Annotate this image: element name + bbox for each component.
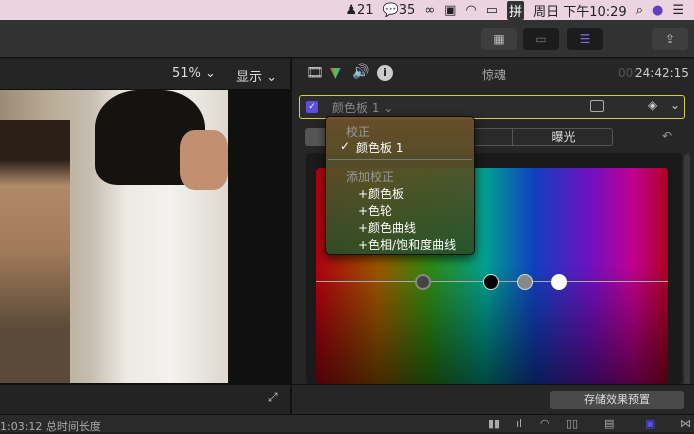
creative-cloud-icon[interactable]: ∞ xyxy=(424,3,435,18)
correction-enable-checkbox[interactable]: ✓ xyxy=(306,101,318,113)
correction-dropdown[interactable]: 颜色板 1 ⌄ xyxy=(332,99,393,116)
zoom-value: 51% xyxy=(172,66,201,81)
qq-icon[interactable]: ♟21 xyxy=(345,3,373,18)
mask-icon[interactable] xyxy=(590,100,604,112)
viewer-footer: ⤢ xyxy=(0,384,290,414)
timeline-toggle-button[interactable]: ▭ xyxy=(523,28,559,50)
highlights-puck[interactable] xyxy=(551,274,567,290)
grid-icon: ▦ xyxy=(493,32,505,46)
save-effects-preset-button[interactable]: 存储效果预置 xyxy=(550,391,684,409)
share-icon: ⇪ xyxy=(664,32,676,46)
menu-item-add-color-curves[interactable]: +颜色曲线 xyxy=(358,219,416,236)
color-inspector-icon[interactable]: ▼ xyxy=(330,65,341,81)
reset-icon[interactable]: ↶ xyxy=(662,129,672,143)
wechat-icon[interactable]: 💬35 xyxy=(383,3,416,18)
menu-item-color-board-1[interactable]: 颜色板 1 xyxy=(356,139,403,156)
sliders-icon: ☰ xyxy=(579,32,591,46)
audio-meters-icon[interactable]: ▮▮ xyxy=(488,417,500,430)
zoom-dropdown[interactable]: 51% ⌄ xyxy=(172,66,216,81)
fullscreen-icon[interactable]: ⤢ xyxy=(268,390,278,405)
clip-appearance-icon[interactable]: ▯▯ xyxy=(566,417,578,430)
app-status-icon[interactable]: ▣ xyxy=(444,3,456,18)
tab-color[interactable] xyxy=(306,129,326,145)
display-dropdown[interactable]: 显示 ⌄ xyxy=(236,66,277,85)
share-button[interactable]: ⇪ xyxy=(652,28,688,50)
siri-icon[interactable]: ● xyxy=(652,3,663,18)
browser-toggle-button[interactable]: ▦ xyxy=(481,28,517,50)
battery-icon[interactable]: ▭ xyxy=(486,3,498,18)
info-inspector-icon[interactable]: i xyxy=(377,65,393,81)
chevron-down-icon[interactable]: ⌄ xyxy=(670,98,680,112)
correction-name: 颜色板 1 xyxy=(332,101,380,115)
clip-name: 惊魂 xyxy=(482,68,507,82)
shadows-puck[interactable] xyxy=(483,274,499,290)
video-frame xyxy=(0,90,228,383)
section-add-correction: 添加校正 xyxy=(346,170,395,184)
transitions-icon[interactable]: ⋈ xyxy=(680,417,691,430)
timeline-icon: ▭ xyxy=(535,32,547,46)
section-corrections: 校正 xyxy=(346,125,371,139)
tab-exposure[interactable]: 曝光 xyxy=(512,129,614,145)
qq-count: 21 xyxy=(357,2,374,18)
inspector-footer: 存储效果预置 xyxy=(292,384,694,414)
correction-dropdown-menu: 校正 ✓ 颜色板 1 添加校正 +颜色板 +色轮 +颜色曲线 +色相/饱和度曲线 xyxy=(325,116,475,255)
wechat-count: 35 xyxy=(398,2,416,18)
keyframe-icon[interactable]: ◈ xyxy=(648,98,657,112)
menu-item-add-color-board[interactable]: +颜色板 xyxy=(358,185,404,202)
menu-bar: ♟21 💬35 ∞ ▣ ◠ ▭ 拼 周日 下午10:29 ⌕ ● ☰ xyxy=(0,0,694,20)
video-inspector-icon[interactable]: 🎞 xyxy=(306,65,324,81)
filmstrip-icon[interactable]: ▤ xyxy=(604,417,614,430)
menu-item-add-color-wheels[interactable]: +色轮 xyxy=(358,202,392,219)
clock[interactable]: 周日 下午10:29 xyxy=(533,1,627,20)
wifi-icon[interactable]: ◠ xyxy=(465,3,476,18)
status-bar: 1:03:12 总时间长度 ▮▮ ıl ◠ ▯▯ ▤ ▣ ⋈ xyxy=(0,414,694,433)
search-icon[interactable]: ⌕ xyxy=(636,3,643,18)
viewer-header: 51% ⌄ 显示 ⌄ xyxy=(0,59,290,89)
waveform-icon[interactable]: ıl xyxy=(516,417,522,430)
display-label: 显示 xyxy=(236,70,263,85)
stack-icon[interactable]: ▣ xyxy=(645,417,655,430)
menu-divider xyxy=(328,159,472,160)
audio-inspector-icon[interactable]: 🔊 xyxy=(352,64,369,80)
menu-item-add-hue-sat-curves[interactable]: +色相/饱和度曲线 xyxy=(358,236,456,253)
headphones-icon[interactable]: ◠ xyxy=(540,417,550,430)
scrollbar[interactable] xyxy=(684,154,690,404)
timecode: 24:42:15 xyxy=(635,66,689,80)
input-method-icon[interactable]: 拼 xyxy=(507,0,525,20)
control-center-icon[interactable]: ☰ xyxy=(672,3,684,18)
checkmark-icon: ✓ xyxy=(340,139,351,153)
midtones-puck[interactable] xyxy=(517,274,533,290)
master-puck[interactable] xyxy=(415,274,431,290)
inspector-toggle-button[interactable]: ☰ xyxy=(567,28,603,50)
